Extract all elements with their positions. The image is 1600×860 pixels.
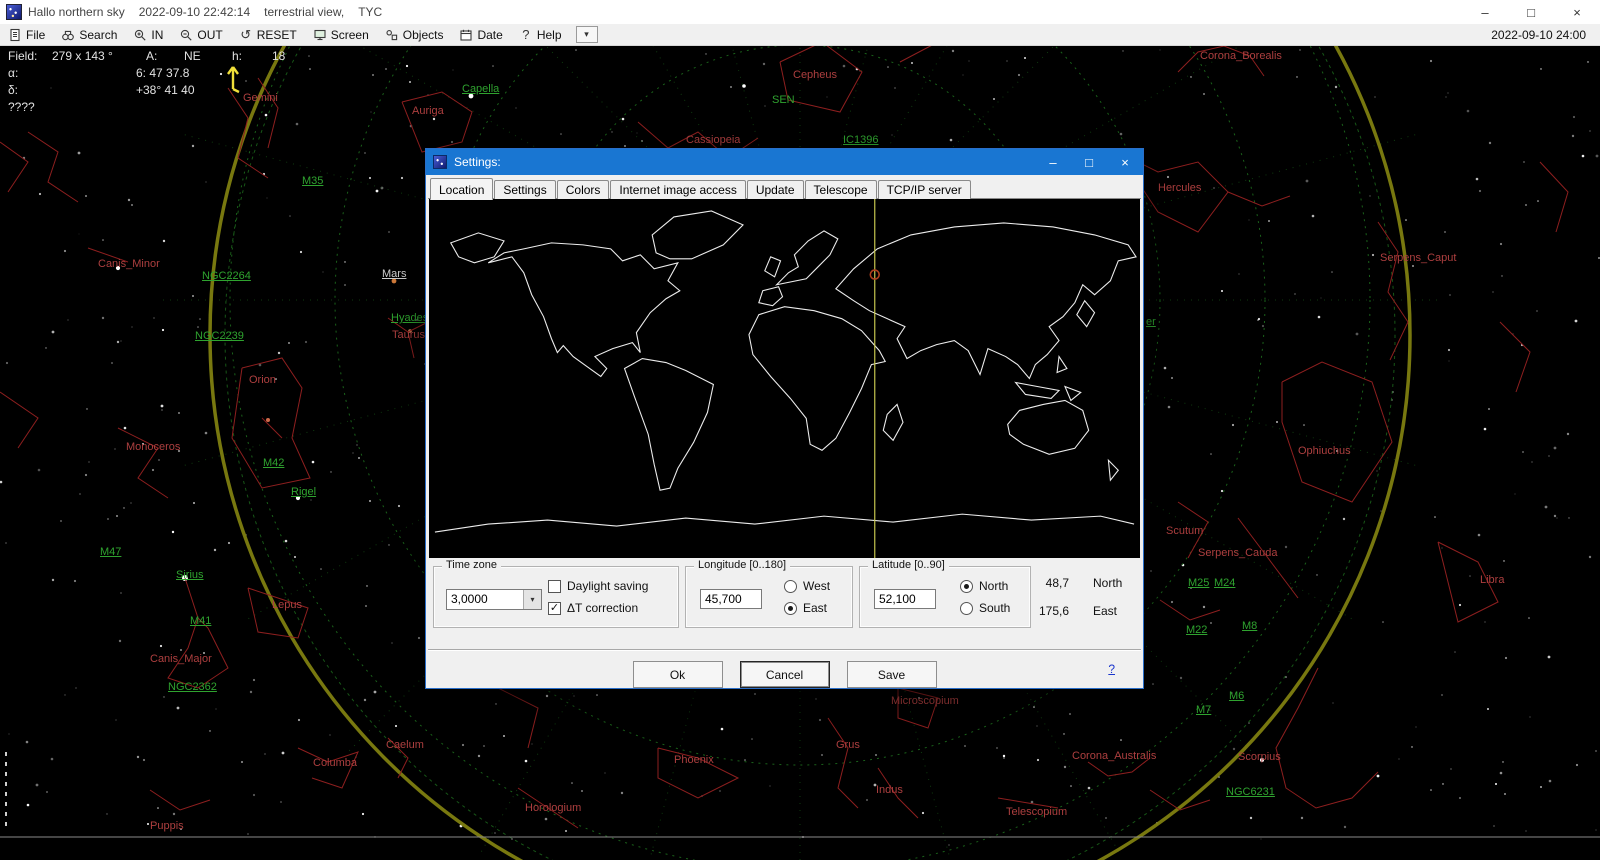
menu-datetime: 2022-09-10 24:00 <box>1491 27 1586 42</box>
longitude-input[interactable] <box>700 589 762 609</box>
west-radio[interactable] <box>784 579 797 593</box>
north-label: North <box>979 579 1009 593</box>
tab-colors[interactable]: Colors <box>556 180 610 199</box>
tab-strip: Location Settings Colors Internet image … <box>430 177 1139 200</box>
cancel-button[interactable]: Cancel <box>739 661 830 688</box>
menu-zoom-in[interactable]: IN <box>125 24 171 45</box>
tab-update[interactable]: Update <box>746 180 804 199</box>
menu-zoom-out[interactable]: OUT <box>171 24 230 45</box>
menu-bar: File Search IN OUT ↺ RESET Screen Object… <box>0 24 1600 46</box>
dialog-close-button[interactable]: × <box>1107 149 1143 175</box>
timezone-group-label: Time zone <box>442 559 501 571</box>
menu-date[interactable]: Date <box>451 24 510 45</box>
zoom-out-icon <box>181 29 192 41</box>
timezone-value: 3,0000 <box>451 592 488 606</box>
timezone-group: Time zone 3,0000 ▾ Daylight saving ✓ ΔT … <box>433 559 679 628</box>
dialog-footer: Ok Cancel Save ? <box>428 649 1141 688</box>
daylight-saving-checkbox[interactable] <box>548 579 561 593</box>
tab-tcpip-server[interactable]: TCP/IP server <box>877 180 971 199</box>
binoculars-icon <box>62 30 75 40</box>
dialog-controls: – □ × <box>1035 149 1143 175</box>
window-titlebar: Hallo northern sky 2022-09-10 22:42:14 t… <box>0 0 1600 24</box>
world-map[interactable] <box>429 199 1140 558</box>
west-row[interactable]: West <box>784 579 830 593</box>
file-icon <box>10 28 20 41</box>
save-button[interactable]: Save <box>846 661 937 688</box>
daylight-saving-row[interactable]: Daylight saving <box>548 579 648 593</box>
settings-dialog: Settings: – □ × Location Settings Colors… <box>425 148 1144 689</box>
timezone-select[interactable]: 3,0000 ▾ <box>446 589 542 610</box>
menu-search[interactable]: Search <box>53 24 125 45</box>
ok-button[interactable]: Ok <box>632 661 723 688</box>
south-label: South <box>979 601 1011 615</box>
timezone-dropdown-button[interactable]: ▾ <box>523 590 541 609</box>
chevron-down-icon: ▾ <box>530 595 535 604</box>
screen-icon <box>314 29 326 40</box>
calendar-icon <box>460 29 473 41</box>
tab-internet-image[interactable]: Internet image access <box>610 180 746 199</box>
dialog-title: Settings: <box>454 155 501 169</box>
menu-help[interactable]: ? Help <box>511 24 570 45</box>
window-catalog: TYC <box>358 5 383 19</box>
tab-telescope[interactable]: Telescope <box>804 180 877 199</box>
close-button[interactable]: × <box>1554 0 1600 24</box>
latitude-group-label: Latitude [0..90] <box>868 559 949 571</box>
north-radio[interactable] <box>960 579 973 593</box>
cursor-lon-dir: East <box>1093 604 1118 618</box>
dialog-titlebar[interactable]: Settings: – □ × <box>426 149 1143 175</box>
longitude-group-label: Longitude [0..180] <box>694 559 791 571</box>
menu-objects[interactable]: Objects <box>377 24 452 45</box>
zoom-in-icon <box>135 29 146 41</box>
window-controls: – □ × <box>1462 0 1600 24</box>
east-row[interactable]: East <box>784 601 827 615</box>
menu-reset[interactable]: ↺ RESET <box>231 24 305 45</box>
toolbar-overflow-button[interactable]: ▾ <box>575 26 598 43</box>
help-icon: ? <box>522 27 530 42</box>
objects-icon <box>386 29 397 40</box>
east-label: East <box>803 601 828 615</box>
menu-screen[interactable]: Screen <box>305 24 377 45</box>
direction-arrow-icon <box>227 66 240 94</box>
window-view-mode: terrestrial view, <box>264 5 345 19</box>
latitude-group: Latitude [0..90] North South <box>859 559 1031 628</box>
latitude-input[interactable] <box>874 589 936 609</box>
tab-settings[interactable]: Settings <box>494 180 556 199</box>
chevron-down-icon: ▾ <box>584 29 589 39</box>
tab-location[interactable]: Location <box>430 178 494 200</box>
menu-file[interactable]: File <box>0 24 53 45</box>
cursor-lat-value: 48,7 <box>1045 576 1069 590</box>
dialog-icon <box>433 155 447 169</box>
north-row[interactable]: North <box>960 579 1008 593</box>
south-row[interactable]: South <box>960 601 1010 615</box>
app-icon <box>6 4 22 20</box>
help-link[interactable]: ? <box>1108 662 1115 676</box>
dialog-minimize-button[interactable]: – <box>1035 149 1071 175</box>
reset-icon: ↺ <box>240 26 252 42</box>
dialog-maximize-button[interactable]: □ <box>1071 149 1107 175</box>
east-radio[interactable] <box>784 601 797 615</box>
minimize-button[interactable]: – <box>1462 0 1508 24</box>
window-title: Hallo northern sky <box>28 5 125 19</box>
cursor-lat-dir: North <box>1093 576 1123 590</box>
dt-correction-row[interactable]: ✓ ΔT correction <box>548 601 638 615</box>
daylight-saving-label: Daylight saving <box>567 579 649 593</box>
maximize-button[interactable]: □ <box>1508 0 1554 24</box>
dt-correction-label: ΔT correction <box>567 601 639 615</box>
cursor-lon-value: 175,6 <box>1038 604 1069 618</box>
dt-correction-checkbox[interactable]: ✓ <box>548 601 561 615</box>
longitude-group: Longitude [0..180] West East <box>685 559 853 628</box>
west-label: West <box>803 579 831 593</box>
window-datetime: 2022-09-10 22:42:14 <box>138 5 251 19</box>
south-radio[interactable] <box>960 601 973 615</box>
